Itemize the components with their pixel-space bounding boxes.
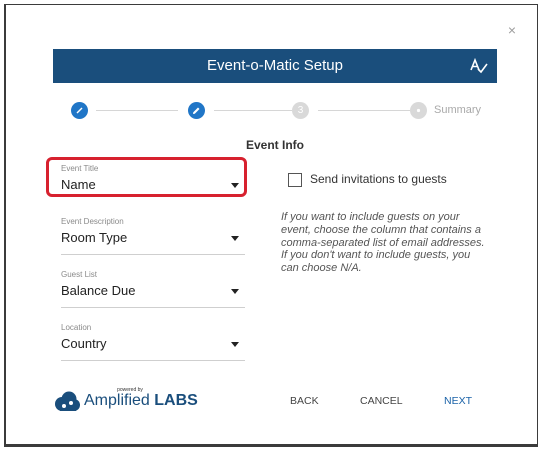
close-icon[interactable]: × <box>505 22 519 38</box>
stepper-connector <box>214 110 292 111</box>
spellcheck-icon[interactable] <box>469 56 489 76</box>
chevron-down-icon[interactable] <box>231 342 239 347</box>
step-1-done[interactable] <box>71 102 88 119</box>
step-summary[interactable] <box>410 102 427 119</box>
dialog-header: Event-o-Matic Setup <box>53 49 497 83</box>
dialog-title: Event-o-Matic Setup <box>207 57 343 74</box>
field-value: Balance Due <box>61 283 136 298</box>
step-summary-label: Summary <box>434 104 482 116</box>
cancel-button[interactable]: CANCEL <box>360 395 403 407</box>
pencil-icon <box>193 107 200 114</box>
next-button[interactable]: NEXT <box>444 395 472 407</box>
step-3[interactable]: 3 <box>292 102 309 119</box>
cloud-icon <box>55 391 80 411</box>
field-underline <box>61 254 245 255</box>
section-title: Event Info <box>246 138 305 152</box>
event-description-select[interactable]: Event Description Room Type <box>53 217 245 255</box>
field-value: Country <box>61 336 107 351</box>
brand-bold: LABS <box>154 392 198 409</box>
field-label: Event Description <box>61 217 124 226</box>
field-label: Guest List <box>61 270 98 279</box>
chevron-down-icon[interactable] <box>231 289 239 294</box>
dot-icon <box>416 108 421 113</box>
field-value: Room Type <box>61 230 128 245</box>
field-underline <box>61 360 245 361</box>
chevron-down-icon[interactable] <box>231 236 239 241</box>
window-border-left <box>4 4 6 447</box>
send-invitations-label[interactable]: Send invitations to guests <box>310 172 447 186</box>
field-underline <box>61 307 245 308</box>
guest-list-select[interactable]: Guest List Balance Due <box>53 270 245 308</box>
window-border-bottom <box>4 444 538 447</box>
brand-light: Amplified <box>84 392 150 409</box>
check-icon <box>76 107 83 114</box>
guests-help-text: If you want to include guests on your ev… <box>281 211 485 275</box>
stepper-connector <box>318 110 410 111</box>
location-select[interactable]: Location Country <box>53 323 245 361</box>
step-3-number: 3 <box>297 105 304 116</box>
field-label: Location <box>61 323 92 332</box>
step-2-current[interactable] <box>188 102 205 119</box>
amplified-labs-logo: powered by Amplified LABS <box>53 387 213 413</box>
back-button[interactable]: BACK <box>290 395 319 407</box>
send-invitations-checkbox[interactable] <box>288 173 302 187</box>
stepper-connector <box>96 110 178 111</box>
brand-name: Amplified LABS <box>84 392 198 410</box>
highlight-annotation <box>46 157 247 197</box>
